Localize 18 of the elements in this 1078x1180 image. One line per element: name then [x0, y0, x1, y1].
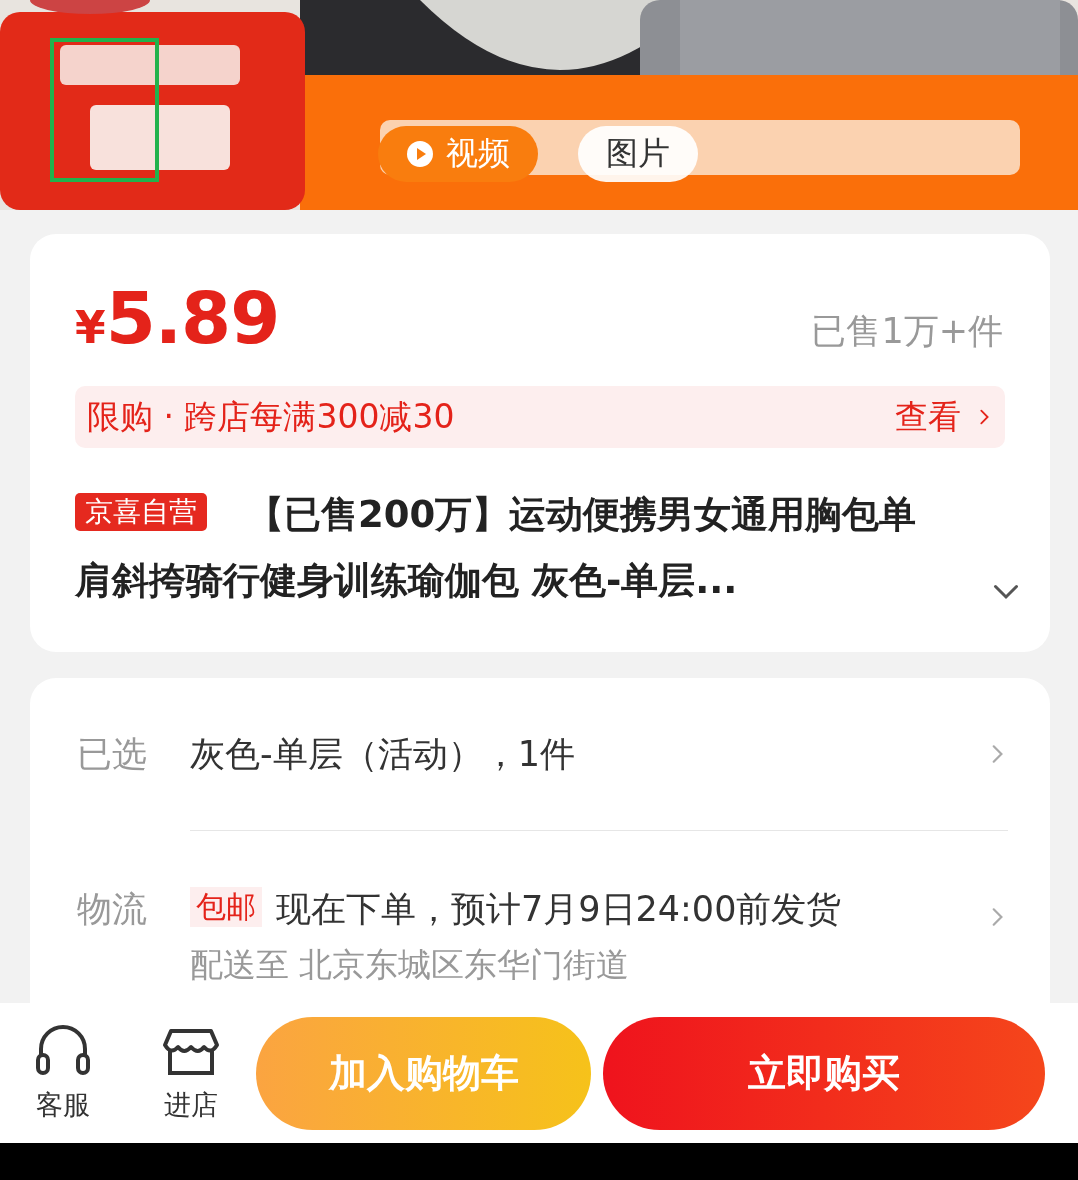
- price: 5.89: [105, 276, 280, 360]
- delivery-address: 配送至 北京东城区东华门街道: [190, 944, 631, 986]
- currency-symbol: ¥: [75, 302, 106, 353]
- option-label: 物流: [77, 888, 148, 931]
- free-shipping-tag: 包邮: [190, 887, 262, 927]
- sold-count: 已售1万+件: [811, 310, 1003, 353]
- selected-spec: 灰色-单层（活动），1件: [190, 733, 575, 774]
- play-icon: [406, 140, 434, 168]
- delivery-estimate: 现在下单，预计7月9日24:00前发货: [276, 889, 842, 929]
- option-label: 已选: [77, 732, 148, 776]
- toolbar-action[interactable]: 客服: [30, 1023, 96, 1123]
- media-tab[interactable]: 视频: [378, 126, 538, 182]
- toolbar-action[interactable]: 进店: [157, 1023, 224, 1123]
- view-link[interactable]: 查看: [895, 394, 993, 440]
- media-tab[interactable]: 图片: [578, 126, 698, 182]
- promo-text: 限购 · 跨店每满300减30: [87, 395, 455, 438]
- product-title: 京喜自营 【已售200万】运动便携男女通用胸包单肩斜挎骑行健身训练瑜伽包 灰色-单层...: [75, 492, 918, 604]
- buy-now-button[interactable]: 立即购买: [603, 1016, 1045, 1130]
